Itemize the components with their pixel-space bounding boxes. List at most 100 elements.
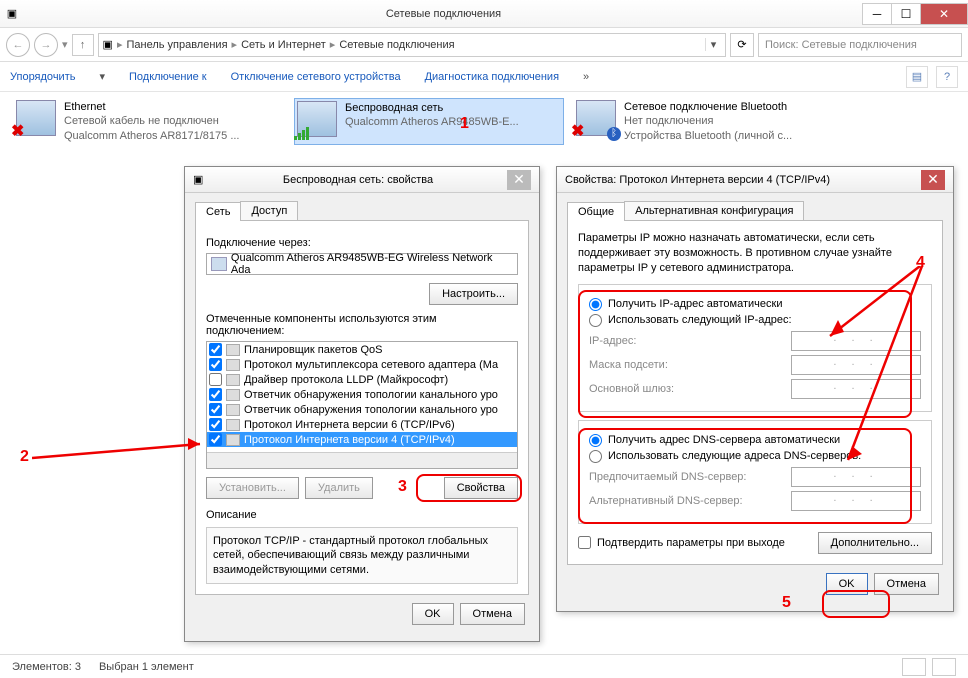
annotation-1: 1: [460, 115, 469, 133]
annotation-2: 2: [20, 448, 29, 466]
bc-sep: ▸: [117, 38, 123, 51]
connection-text: Ethernet Сетевой кабель не подключен Qua…: [64, 100, 240, 143]
item-icon: [226, 374, 240, 386]
components-label: Отмеченные компоненты используются этим …: [206, 313, 518, 337]
window-title: Сетевые подключения: [24, 8, 863, 20]
dialog-title-bar[interactable]: ▣ Беспроводная сеть: свойства ✕: [185, 167, 539, 193]
item-icon: [226, 434, 240, 446]
item-checkbox[interactable]: [209, 388, 222, 401]
breadcrumb[interactable]: ▣ ▸ Панель управления ▸ Сеть и Интернет …: [98, 33, 726, 57]
connection-ethernet[interactable]: ✖ Ethernet Сетевой кабель не подключен Q…: [14, 98, 284, 145]
search-input[interactable]: Поиск: Сетевые подключения: [758, 33, 962, 57]
remove-button[interactable]: Удалить: [305, 477, 373, 499]
dialog-icon: ▣: [193, 173, 209, 186]
list-item-ipv4: Протокол Интернета версии 4 (TCP/IPv4): [207, 432, 517, 447]
item-checkbox[interactable]: [209, 373, 222, 386]
ok-button[interactable]: OK: [412, 603, 454, 625]
tabstrip: Сеть Доступ: [195, 201, 529, 221]
redbox-ok: [822, 590, 890, 618]
tab-access[interactable]: Доступ: [240, 201, 298, 220]
bc-item-1[interactable]: Сеть и Интернет: [241, 39, 326, 51]
item-checkbox[interactable]: [209, 403, 222, 416]
bc-dropdown-icon[interactable]: ▾: [705, 38, 721, 51]
connection-wireless[interactable]: Беспроводная сеть Qualcomm Atheros AR948…: [294, 98, 564, 145]
minimize-button[interactable]: ─: [862, 3, 892, 25]
diagnose-button[interactable]: Диагностика подключения: [425, 71, 559, 83]
dialog-title-bar[interactable]: Свойства: Протокол Интернета версии 4 (T…: [557, 167, 953, 193]
tab-network[interactable]: Сеть: [195, 202, 241, 221]
help-icon[interactable]: ?: [936, 66, 958, 88]
details-view-button[interactable]: [902, 658, 926, 676]
close-button[interactable]: ✕: [920, 3, 968, 25]
signal-bars-icon: [294, 127, 309, 140]
bc-item-0[interactable]: Панель управления: [126, 39, 227, 51]
tabstrip: Общие Альтернативная конфигурация: [567, 201, 943, 221]
ethernet-icon: ✖: [16, 100, 56, 136]
list-item: Ответчик обнаружения топологии канальног…: [207, 402, 517, 417]
list-item: Протокол мультиплексора сетевого адаптер…: [207, 357, 517, 372]
refresh-button[interactable]: ⟳: [730, 33, 754, 57]
disable-device-button[interactable]: Отключение сетевого устройства: [231, 71, 401, 83]
icons-view-button[interactable]: [932, 658, 956, 676]
status-item-count: Элементов: 3: [12, 661, 81, 673]
arrow-2: [32, 430, 212, 466]
up-button[interactable]: ↑: [72, 34, 94, 56]
x-icon: ✖: [11, 121, 24, 141]
item-icon: [226, 404, 240, 416]
breadcrumb-icon: ▣: [103, 38, 113, 51]
install-button[interactable]: Установить...: [206, 477, 299, 499]
connections-list: ✖ Ethernet Сетевой кабель не подключен Q…: [0, 92, 968, 151]
wireless-icon: [297, 101, 337, 137]
bc-sep: ▸: [330, 38, 336, 51]
tab-alternative[interactable]: Альтернативная конфигурация: [624, 201, 804, 220]
command-bar: Упорядочить▾ Подключение к Отключение се…: [0, 62, 968, 92]
list-item: Ответчик обнаружения топологии канальног…: [207, 387, 517, 402]
bluetooth-icon: ✖ᛒ: [576, 100, 616, 136]
forward-button[interactable]: →: [34, 33, 58, 57]
window-buttons: ─ ☐ ✕: [863, 3, 968, 25]
navbar: ← → ▾ ↑ ▣ ▸ Панель управления ▸ Сеть и И…: [0, 28, 968, 62]
history-dropdown-icon[interactable]: ▾: [62, 38, 68, 51]
scrollbar[interactable]: [207, 452, 517, 468]
list-item: Протокол Интернета версии 6 (TCP/IPv6): [207, 417, 517, 432]
maximize-button[interactable]: ☐: [891, 3, 921, 25]
redbox-properties: [416, 474, 522, 502]
adapter-field: Qualcomm Atheros AR9485WB-EG Wireless Ne…: [206, 253, 518, 275]
bt-badge-icon: ᛒ: [607, 127, 621, 141]
organize-menu[interactable]: Упорядочить: [10, 71, 75, 83]
connection-bluetooth[interactable]: ✖ᛒ Сетевое подключение Bluetooth Нет под…: [574, 98, 844, 145]
item-checkbox[interactable]: [209, 358, 222, 371]
advanced-button[interactable]: Дополнительно...: [818, 532, 932, 554]
dialog-title: Беспроводная сеть: свойства: [209, 174, 507, 186]
description-label: Описание: [206, 509, 518, 521]
item-icon: [226, 359, 240, 371]
arrow-4b: [840, 266, 940, 466]
connect-via-label: Подключение через:: [206, 237, 518, 249]
configure-button[interactable]: Настроить...: [429, 283, 518, 305]
connection-text: Сетевое подключение Bluetooth Нет подклю…: [624, 100, 792, 143]
item-icon: [226, 389, 240, 401]
titlebar: ▣ Сетевые подключения ─ ☐ ✕: [0, 0, 968, 28]
item-checkbox[interactable]: [209, 343, 222, 356]
view-icon[interactable]: ▤: [906, 66, 928, 88]
list-item: Драйвер протокола LLDP (Майкрософт): [207, 372, 517, 387]
dialog-close-button[interactable]: ✕: [507, 170, 531, 190]
sys-icon: ▣: [0, 7, 24, 20]
connect-to-button[interactable]: Подключение к: [129, 71, 207, 83]
tab-general[interactable]: Общие: [567, 202, 625, 221]
dialog-close-button[interactable]: ✕: [921, 170, 945, 190]
dialog-title: Свойства: Протокол Интернета версии 4 (T…: [565, 174, 921, 186]
statusbar: Элементов: 3 Выбран 1 элемент: [0, 654, 968, 678]
item-icon: [226, 344, 240, 356]
x-icon: ✖: [571, 121, 584, 141]
bc-item-2[interactable]: Сетевые подключения: [339, 39, 454, 51]
annotation-3: 3: [398, 478, 407, 496]
cancel-button[interactable]: Отмена: [460, 603, 525, 625]
confirm-checkbox[interactable]: Подтвердить параметры при выходе: [578, 536, 785, 549]
components-listbox[interactable]: Планировщик пакетов QoS Протокол мультип…: [206, 341, 518, 469]
list-item: Планировщик пакетов QoS: [207, 342, 517, 357]
adapter-icon: [211, 257, 227, 271]
description-text: Протокол TCP/IP - стандартный протокол г…: [206, 527, 518, 584]
back-button[interactable]: ←: [6, 33, 30, 57]
status-selected: Выбран 1 элемент: [99, 661, 194, 673]
